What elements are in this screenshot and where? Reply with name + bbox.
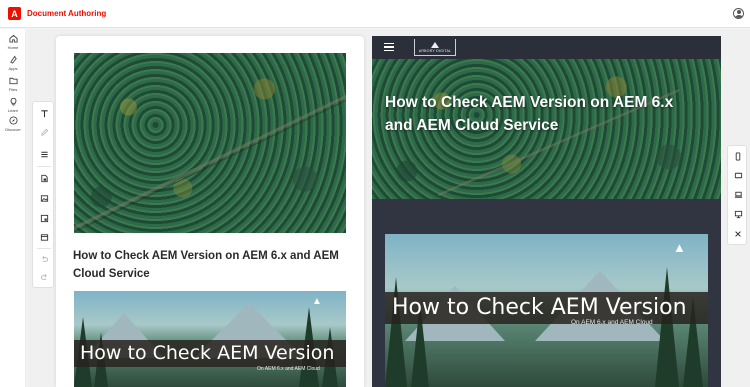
fragment-icon [40, 174, 48, 182]
preview-navbar: ARBORY DIGITAL [372, 36, 721, 59]
block-toolbar [32, 101, 54, 288]
thumbnail-subtitle: On AEM 6.x and AEM Cloud [257, 366, 320, 372]
laptop-icon [734, 191, 742, 198]
brand-name: ARBORY DIGITAL [418, 49, 452, 53]
undo-button[interactable] [33, 251, 55, 267]
tablet-view-button[interactable] [728, 166, 748, 184]
tablet-icon [734, 172, 742, 178]
list-icon [40, 151, 48, 157]
watermark-tree-icon: ▲ [312, 296, 322, 307]
image-tool-button[interactable] [33, 190, 55, 206]
rail-item-home[interactable]: Home [0, 34, 26, 50]
pen-tool-button[interactable] [33, 124, 55, 140]
fragment-tool-button[interactable] [33, 170, 55, 186]
mobile-view-button[interactable] [728, 147, 748, 165]
tree-logo-icon [431, 42, 439, 48]
rail-item-apps[interactable]: Apps [0, 55, 26, 71]
pen-icon [40, 128, 48, 136]
mobile-icon [735, 151, 741, 161]
home-icon [8, 34, 18, 43]
hamburger-menu-icon[interactable] [384, 43, 394, 51]
watermark-tree-icon: ▲ [673, 240, 686, 255]
folder-icon [8, 77, 18, 85]
tree-shape [655, 267, 679, 387]
rail-item-learn[interactable]: Learn [0, 97, 26, 113]
rail-label-apps: Apps [8, 66, 18, 71]
brand-logo[interactable]: ARBORY DIGITAL [414, 39, 456, 56]
image-icon [40, 194, 48, 202]
adobe-logo-icon[interactable]: A [8, 7, 21, 20]
undo-icon [41, 255, 48, 262]
rail-label-files: Files [8, 87, 18, 92]
rail-label-learn: Learn [7, 108, 19, 113]
rail-item-discover[interactable]: Discover [0, 116, 26, 132]
document-heading[interactable]: How to Check AEM Version on AEM 6.x and … [73, 247, 353, 283]
gallery-tool-button[interactable] [33, 210, 55, 226]
hero-image[interactable] [74, 53, 346, 233]
app-header: A Document Authoring [0, 0, 750, 28]
document-page[interactable]: How to Check AEM Version on AEM 6.x and … [56, 36, 364, 387]
toolbar-divider [37, 166, 51, 167]
device-preview-toolbar [727, 145, 747, 245]
text-icon [40, 109, 48, 117]
table-tool-button[interactable] [33, 229, 55, 245]
app-title: Document Authoring [27, 9, 107, 18]
lightbulb-icon [10, 97, 16, 106]
preview-thumbnail-banner: How to Check AEM Version [385, 292, 708, 324]
rail-label-home: Home [7, 45, 19, 50]
live-preview: ARBORY DIGITAL How to Check AEM Version … [372, 36, 721, 387]
laptop-view-button[interactable] [728, 185, 748, 203]
article-thumbnail[interactable]: ▲ How to Check AEM Version On AEM 6.x an… [74, 291, 346, 387]
gallery-icon [40, 214, 48, 222]
road-graphic [74, 94, 346, 233]
preview-heading: How to Check AEM Version on AEM 6.x and … [385, 94, 674, 134]
rail-item-files[interactable]: Files [0, 76, 26, 92]
table-icon [40, 233, 48, 241]
preview-hero-image: How to Check AEM Version on AEM 6.x and … [372, 59, 721, 199]
toolbar-divider [37, 248, 51, 249]
preview-thumbnail: ▲ How to Check AEM Version On AEM 6.x an… [385, 234, 708, 387]
close-preview-button[interactable] [728, 225, 748, 243]
rail-label-discover: Discover [5, 127, 21, 132]
user-avatar[interactable] [733, 8, 744, 19]
close-icon [735, 231, 741, 237]
compass-icon [8, 116, 18, 125]
left-nav-rail: Home Apps Files Learn Discover [0, 29, 26, 387]
text-tool-button[interactable] [33, 105, 55, 121]
preview-thumbnail-subtitle: On AEM 6.x and AEM Cloud [571, 319, 653, 326]
desktop-icon [734, 210, 742, 218]
redo-icon [40, 273, 47, 280]
thumbnail-banner: How to Check AEM Version [74, 340, 346, 367]
desktop-view-button[interactable] [728, 205, 748, 223]
apps-icon [9, 55, 17, 64]
redo-button[interactable] [33, 269, 55, 285]
list-tool-button[interactable] [33, 146, 55, 162]
